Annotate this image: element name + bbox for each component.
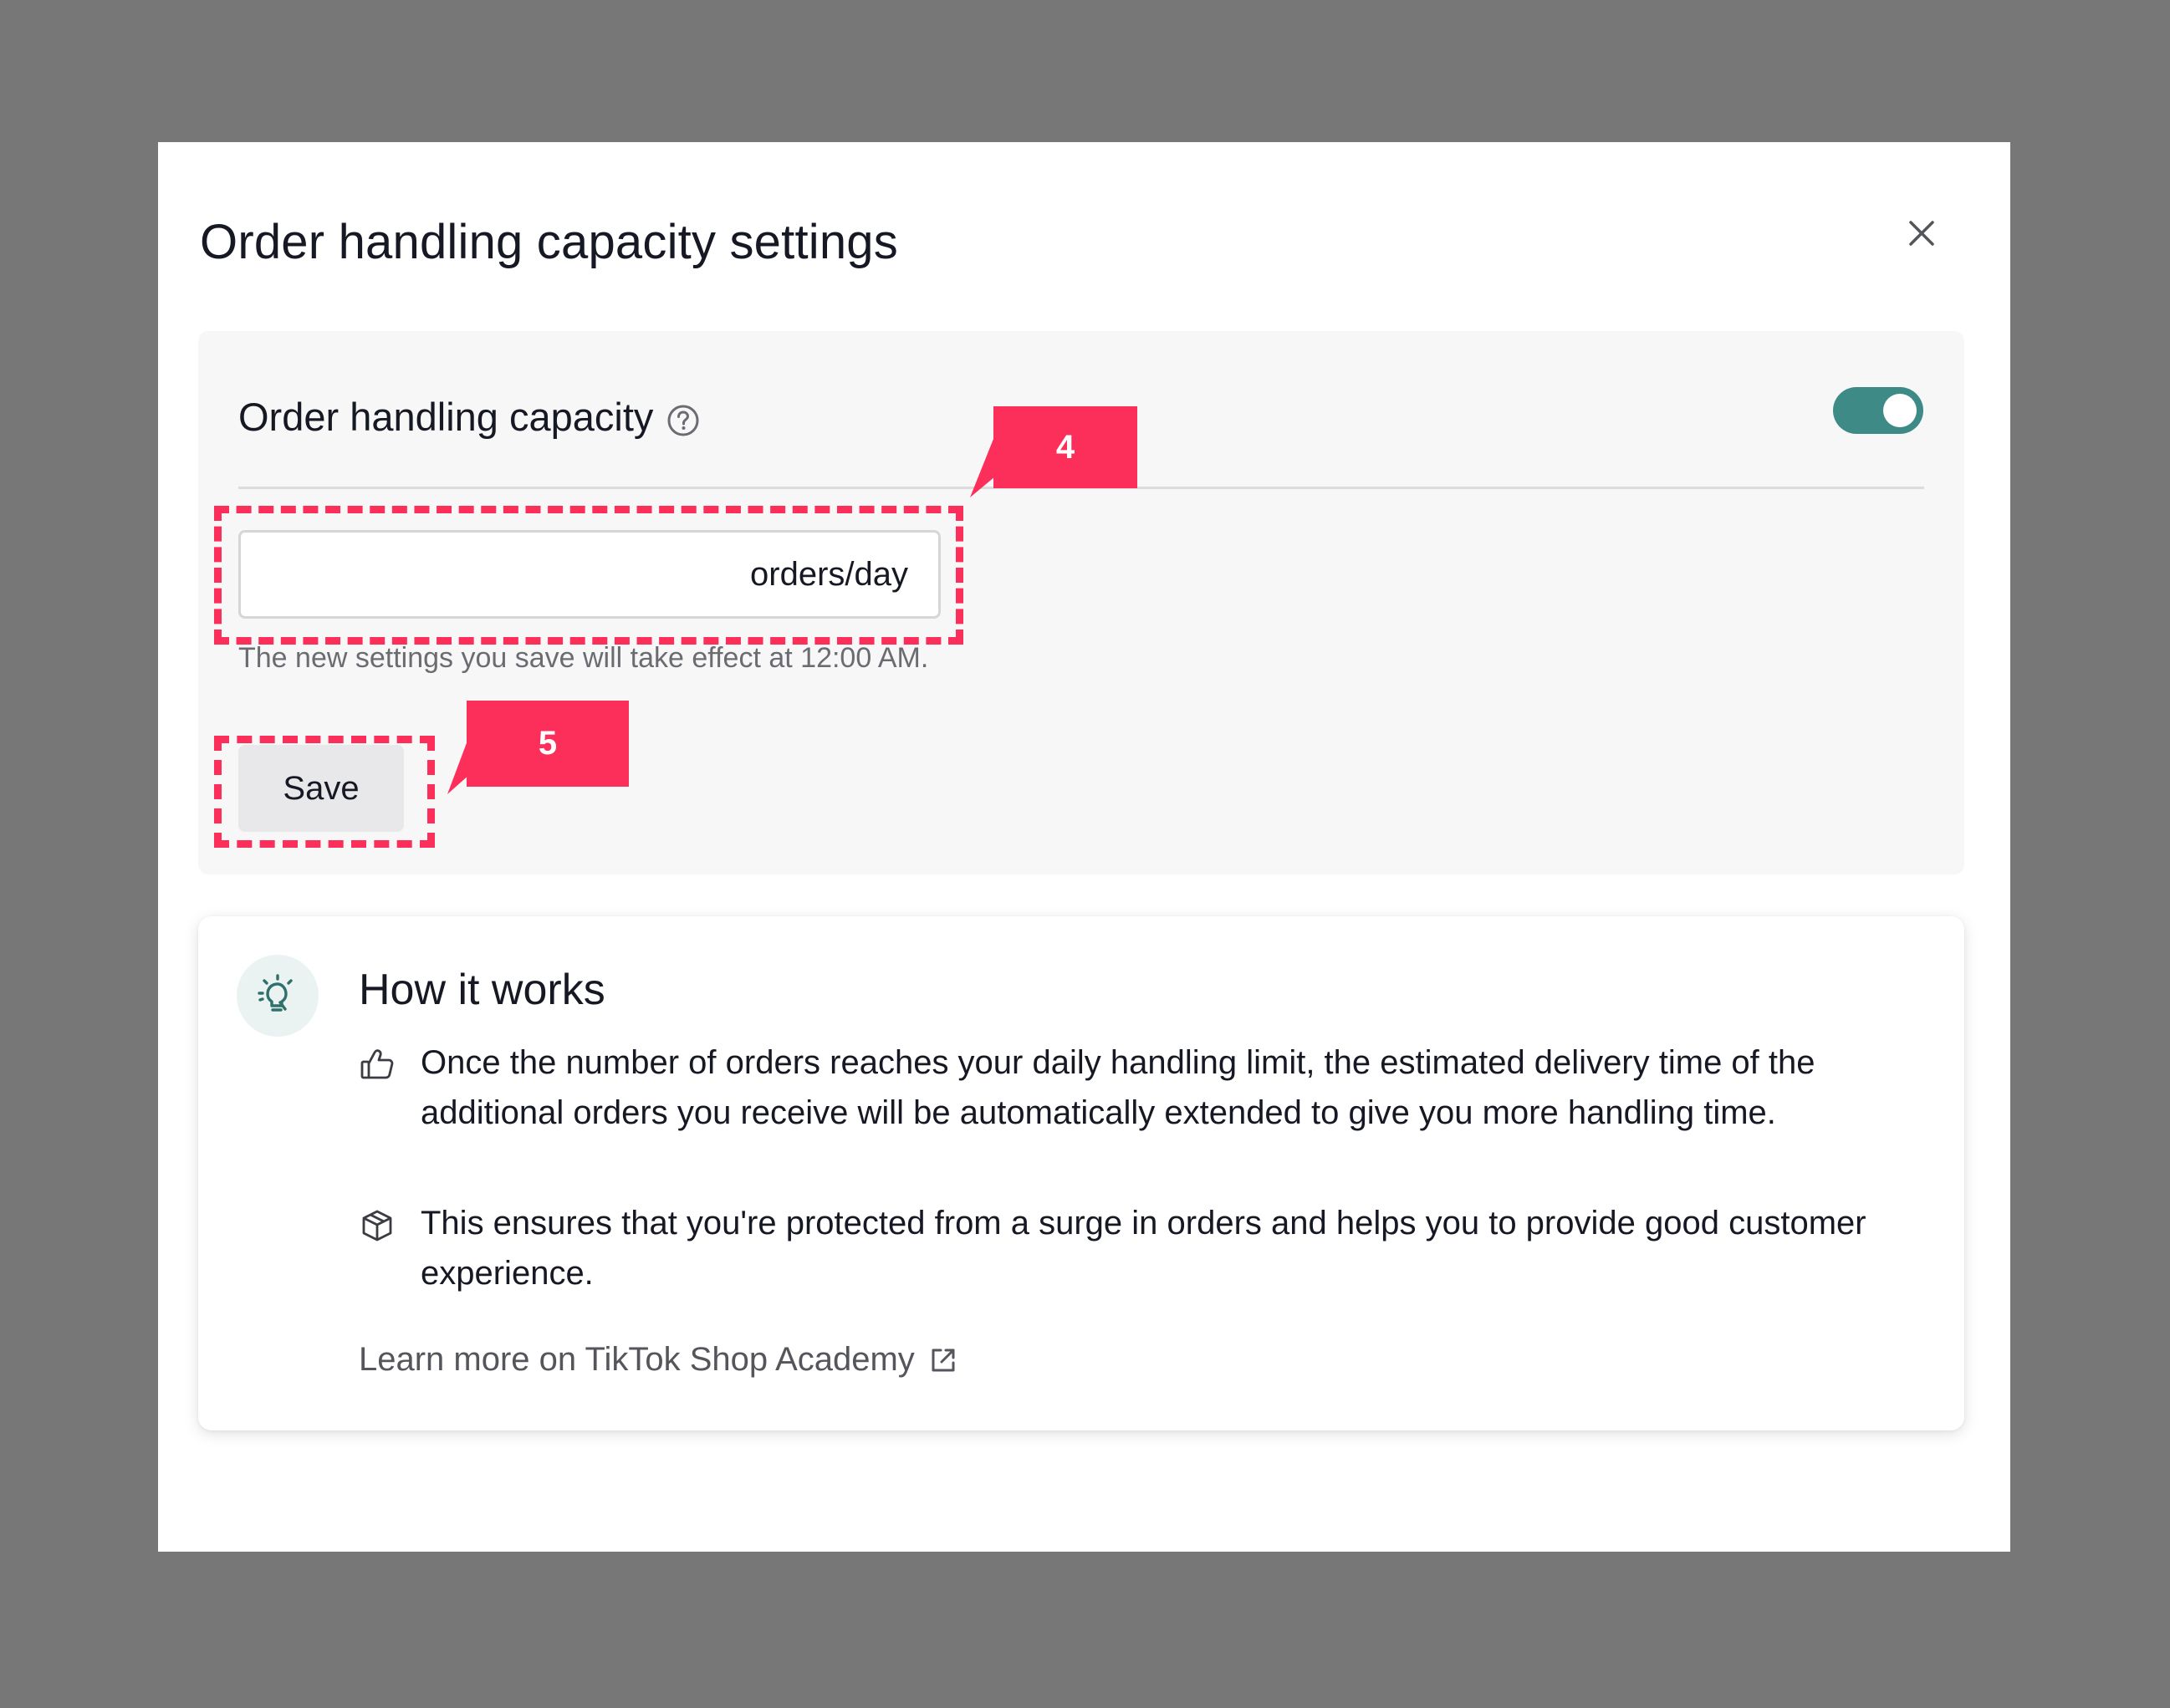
effect-hint: The new settings you save will take effe… xyxy=(238,642,929,674)
package-box-icon xyxy=(359,1207,396,1244)
academy-link[interactable]: Learn more on TikTok Shop Academy xyxy=(359,1341,958,1379)
thumbs-up-icon xyxy=(359,1046,396,1083)
how-it-works-card: How it works Once the number of orders r… xyxy=(198,916,1964,1430)
step-5-highlight xyxy=(214,736,435,848)
capacity-label: Order handling capacity xyxy=(238,395,654,439)
how-item-text: Once the number of orders reaches your d… xyxy=(421,1044,1815,1131)
how-it-works-title: How it works xyxy=(359,966,605,1014)
external-link-icon xyxy=(928,1345,958,1375)
capacity-label-row: Order handling capacity xyxy=(238,394,700,440)
toggle-knob xyxy=(1883,394,1917,427)
question-circle-icon[interactable] xyxy=(666,400,700,436)
modal-title: Order handling capacity settings xyxy=(200,215,898,269)
close-icon[interactable] xyxy=(1907,219,1936,247)
how-item-text: This ensures that you're protected from … xyxy=(421,1205,1866,1292)
step-5-callout: 5 xyxy=(467,701,629,787)
order-capacity-modal: Order handling capacity settings Order h… xyxy=(158,142,2010,1552)
step-4-highlight xyxy=(214,506,963,645)
lightbulb-icon xyxy=(237,955,319,1037)
step-4-callout: 4 xyxy=(993,406,1137,488)
capacity-toggle[interactable] xyxy=(1833,387,1923,434)
academy-link-label: Learn more on TikTok Shop Academy xyxy=(359,1341,915,1378)
